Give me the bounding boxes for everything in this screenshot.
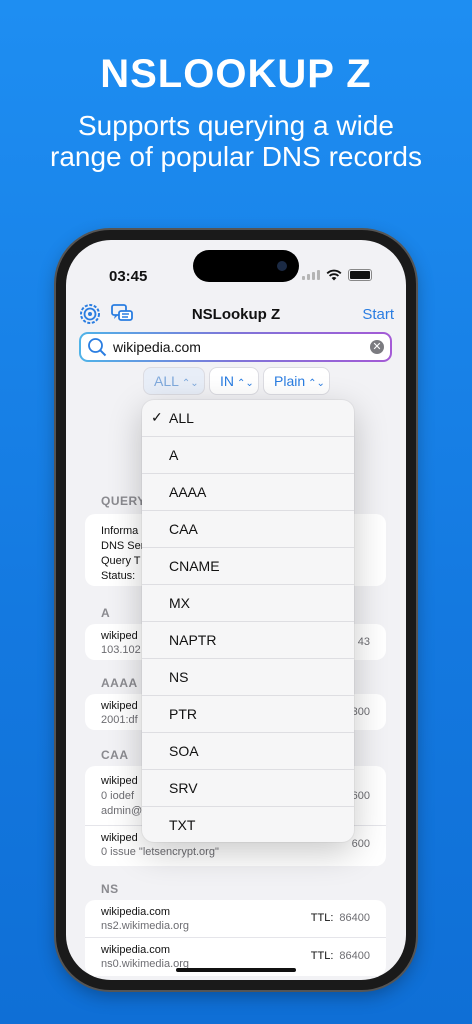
record-ttl: 600 xyxy=(351,790,370,802)
table-row[interactable]: wikipedia.com ns2.wikimedia.org TTL: 8640… xyxy=(85,900,386,938)
menu-item-caa[interactable]: CAA xyxy=(142,511,354,548)
record-value: ns2.wikimedia.org xyxy=(101,920,190,932)
checkmark-icon: ✓ xyxy=(151,409,163,425)
record-type-menu: ✓ ALL A AAAA CAA CNAME MX NAPTR NS PTR SO… xyxy=(142,400,354,842)
wifi-icon xyxy=(326,269,342,281)
menu-item-label: MX xyxy=(169,595,190,611)
menu-item-a[interactable]: A xyxy=(142,437,354,474)
menu-item-label: SOA xyxy=(169,743,199,759)
menu-item-aaaa[interactable]: AAAA xyxy=(142,474,354,511)
menu-item-label: NS xyxy=(169,669,189,685)
ns-record-card: wikipedia.com ns2.wikimedia.org TTL: 8640… xyxy=(85,900,386,976)
record-ttl: 43 xyxy=(357,636,370,648)
record-ttl: 600 xyxy=(351,838,370,850)
menu-item-naptr[interactable]: NAPTR xyxy=(142,622,354,659)
menu-item-ns[interactable]: NS xyxy=(142,659,354,696)
ttl-label: TTL: xyxy=(310,912,334,924)
start-button[interactable]: Start xyxy=(362,306,394,323)
promo-subtitle: Supports querying a wide range of popula… xyxy=(0,110,472,172)
ttl-label: TTL: xyxy=(310,950,334,962)
promo-subtitle-line1: Supports querying a wide xyxy=(78,110,394,141)
section-caa-label: CAA xyxy=(101,748,129,762)
section-aaaa-label: AAAA xyxy=(101,676,138,690)
home-indicator xyxy=(176,968,296,972)
menu-item-label: A xyxy=(169,447,179,463)
chevron-updown-icon: ⌃⌄ xyxy=(237,378,254,389)
cellular-signal-icon xyxy=(302,270,320,280)
battery-icon xyxy=(348,269,372,281)
chevron-updown-icon: ⌃⌄ xyxy=(308,378,325,389)
menu-item-srv[interactable]: SRV xyxy=(142,770,354,807)
format-value: Plain xyxy=(274,373,306,389)
menu-item-cname[interactable]: CNAME xyxy=(142,548,354,585)
record-name: wikiped xyxy=(101,700,138,712)
navigation-bar: NSLookup Z Start xyxy=(66,300,406,330)
chevron-updown-icon: ⌃⌄ xyxy=(181,378,199,389)
class-value: IN xyxy=(220,373,234,389)
menu-item-label: CAA xyxy=(169,521,198,537)
menu-item-soa[interactable]: SOA xyxy=(142,733,354,770)
status-icons xyxy=(302,269,372,281)
record-name: wikiped xyxy=(101,630,138,642)
clear-icon[interactable]: ✕ xyxy=(370,340,384,354)
record-ttl: 86400 xyxy=(339,912,370,924)
section-query-label: QUERY xyxy=(101,494,146,508)
record-name: wikiped xyxy=(101,832,138,844)
format-picker[interactable]: Plain ⌃⌄ xyxy=(263,367,330,395)
record-type-value: ALL xyxy=(154,373,179,389)
menu-item-label: SRV xyxy=(169,780,198,796)
menu-item-txt[interactable]: TXT xyxy=(142,807,354,842)
menu-item-mx[interactable]: MX xyxy=(142,585,354,622)
section-ns-label: NS xyxy=(101,882,119,896)
record-name: wikiped xyxy=(101,775,138,787)
menu-item-label: TXT xyxy=(169,817,196,833)
class-picker[interactable]: IN ⌃⌄ xyxy=(209,367,259,395)
record-value: 2001:df xyxy=(101,714,138,726)
record-value: admin@ xyxy=(101,805,143,817)
record-name: wikipedia.com xyxy=(101,944,171,956)
record-value: 103.102 xyxy=(101,644,141,656)
record-value: 0 iodef xyxy=(101,790,135,802)
nav-title: NSLookup Z xyxy=(191,306,281,323)
promo-subtitle-line2: range of popular DNS records xyxy=(50,141,422,172)
phone-frame: 03:45 NSLookup Z Start wikipedia.com ✕ A… xyxy=(56,230,416,990)
app-screen: 03:45 NSLookup Z Start wikipedia.com ✕ A… xyxy=(66,240,406,980)
menu-item-label: ALL xyxy=(169,410,194,426)
record-type-picker[interactable]: ALL ⌃⌄ xyxy=(143,367,205,395)
menu-item-label: NAPTR xyxy=(169,632,217,648)
record-value: 0 issue "letsencrypt.org" xyxy=(101,846,219,858)
promo-title: NSLOOKUP Z xyxy=(100,52,372,96)
search-icon xyxy=(88,338,107,357)
section-a-label: A xyxy=(101,606,111,620)
menu-item-label: CNAME xyxy=(169,558,220,574)
search-field-border: wikipedia.com ✕ xyxy=(79,332,392,362)
record-ttl: 300 xyxy=(351,706,370,718)
menu-item-all[interactable]: ✓ ALL xyxy=(142,400,354,437)
record-name: wikipedia.com xyxy=(101,906,171,918)
search-input[interactable]: wikipedia.com ✕ xyxy=(81,334,390,360)
menu-item-ptr[interactable]: PTR xyxy=(142,696,354,733)
dynamic-island xyxy=(193,250,299,282)
record-ttl: 86400 xyxy=(339,950,370,962)
status-time: 03:45 xyxy=(109,268,148,285)
menu-item-label: PTR xyxy=(169,706,197,722)
menu-item-label: AAAA xyxy=(169,484,207,500)
search-value: wikipedia.com xyxy=(113,339,201,355)
